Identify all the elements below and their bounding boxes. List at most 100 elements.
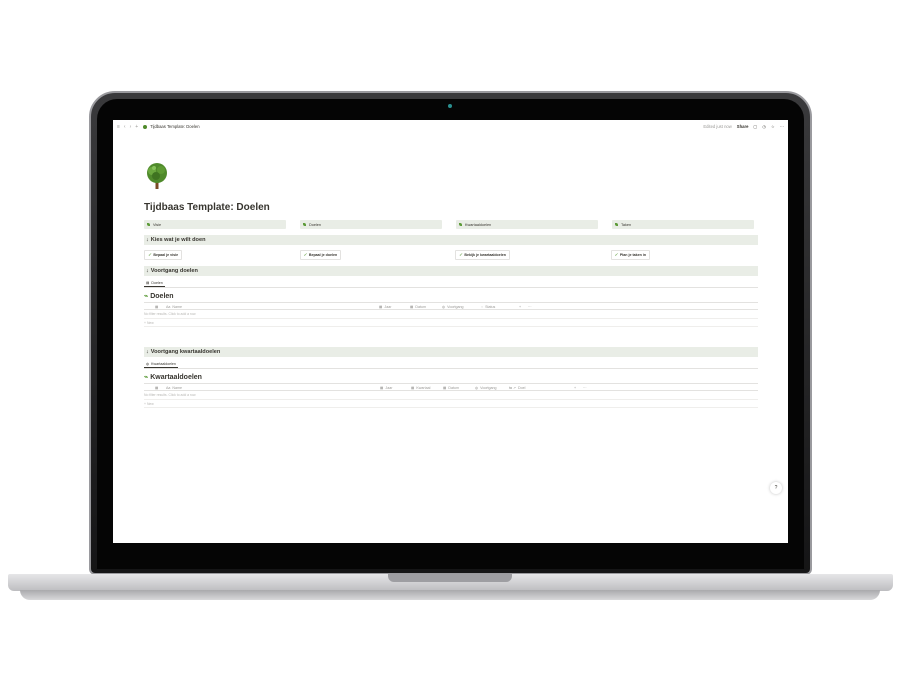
column-label: Name bbox=[172, 305, 182, 309]
column-doel[interactable]: ⇆ ↗ Doel bbox=[509, 386, 525, 390]
column-datum[interactable]: ▦ Datum bbox=[410, 305, 426, 309]
column-label: Jaar bbox=[384, 305, 392, 309]
table-header: ▦ Aa Name ▦ Jaar ▦ Datum ◍ Voortgang ◌ S… bbox=[144, 302, 758, 310]
column-voortgang[interactable]: ◍ Voortgang bbox=[475, 386, 497, 390]
tab-label: Doelen bbox=[151, 280, 163, 285]
menu-icon[interactable]: ≡ bbox=[117, 124, 120, 130]
column-kwartaal[interactable]: ▦ Kwartaal bbox=[411, 386, 430, 390]
column-voortgang[interactable]: ◍ Voortgang bbox=[442, 305, 464, 309]
column-status[interactable]: ◌ Status bbox=[481, 305, 495, 309]
topbar: ≡ ‹ › + Tijdbaas Template: Doelen Edited… bbox=[113, 120, 788, 133]
column-jaar[interactable]: ▦ Jaar bbox=[380, 386, 392, 390]
check-icon: ✓ bbox=[148, 252, 152, 257]
column-datum[interactable]: ▦ Datum bbox=[443, 386, 459, 390]
chart-icon: ⌁ bbox=[144, 374, 149, 381]
column-label: Status bbox=[485, 305, 496, 309]
section-heading-label: Voortgang doelen bbox=[150, 268, 198, 274]
check-icon: ✓ bbox=[303, 252, 307, 257]
back-icon[interactable]: ‹ bbox=[124, 124, 126, 130]
arrow-down-icon: ↓ bbox=[146, 349, 149, 355]
laptop-base-shadow bbox=[20, 590, 880, 600]
database-title-label: Kwartaaldoelen bbox=[150, 373, 202, 381]
link-doelen[interactable]: Doelen bbox=[300, 220, 442, 229]
view-tabs: ◍ Kwartaaldoelen bbox=[144, 360, 758, 369]
tab-doelen[interactable]: ▤ Doelen bbox=[144, 280, 165, 287]
more-icon[interactable]: ··· bbox=[528, 305, 532, 309]
button-label: Bekijk je kwartaaldoelen bbox=[464, 252, 506, 257]
table-icon: ▤ bbox=[146, 280, 150, 285]
link-label: Visie bbox=[153, 222, 162, 227]
breadcrumb[interactable]: Tijdbaas Template: Doelen bbox=[143, 124, 200, 129]
more-icon[interactable]: ··· bbox=[583, 386, 587, 390]
view-tabs: ▤ Doelen bbox=[144, 279, 758, 288]
history-icon[interactable]: ◷ bbox=[762, 124, 766, 129]
button-label: Bepaal je visie bbox=[153, 252, 179, 257]
column-label: Datum bbox=[448, 386, 459, 390]
tab-kwartaaldoelen[interactable]: ◍ Kwartaaldoelen bbox=[144, 361, 178, 368]
column-label: Jaar bbox=[385, 386, 393, 390]
select-all-checkbox[interactable]: ▦ bbox=[155, 386, 158, 390]
leaf-icon bbox=[147, 223, 150, 226]
column-jaar[interactable]: ▦ Jaar bbox=[379, 305, 391, 309]
column-label: Datum bbox=[415, 305, 426, 309]
plan-taken-button[interactable]: ✓ Plan je taken in bbox=[610, 249, 651, 260]
column-label: Doel bbox=[518, 386, 526, 390]
page-title: Tijdbaas Template: Doelen bbox=[144, 202, 270, 213]
bekijk-kwartaaldoelen-button[interactable]: ✓ Bekijk je kwartaaldoelen bbox=[455, 249, 510, 260]
new-label: New bbox=[146, 402, 154, 406]
more-icon[interactable]: ··· bbox=[780, 124, 784, 129]
link-taken[interactable]: Taken bbox=[612, 220, 754, 229]
breadcrumb-label: Tijdbaas Template: Doelen bbox=[150, 124, 200, 129]
chart-icon: ⌁ bbox=[144, 293, 149, 300]
action-buttons: ✓ Bepaal je visie ✓ Bepaal je doelen ✓ Beki… bbox=[144, 249, 758, 260]
leaf-icon bbox=[615, 223, 618, 226]
column-label: Voortgang bbox=[447, 305, 464, 309]
link-label: Kwartaaldoelen bbox=[465, 222, 492, 227]
table-header: ▦ Aa Name ▦ Jaar ▦ Kwartaal ▦ Datum ◍ Vo… bbox=[144, 383, 758, 391]
screen: ≡ ‹ › + Tijdbaas Template: Doelen Edited… bbox=[113, 120, 788, 543]
column-name[interactable]: Aa Name bbox=[166, 305, 182, 309]
empty-message[interactable]: No filter results. Click to add a row. bbox=[144, 393, 758, 400]
database-title-label: Doelen bbox=[150, 292, 174, 300]
add-column-icon[interactable]: + bbox=[574, 386, 576, 390]
section-heading-label: Kies wat je wilt doen bbox=[150, 237, 206, 243]
column-label: Name bbox=[172, 386, 182, 390]
bepaal-doelen-button[interactable]: ✓ Bepaal je doelen bbox=[299, 249, 342, 260]
database-title[interactable]: ⌁ Kwartaaldoelen bbox=[144, 373, 758, 382]
nav-controls: ≡ ‹ › + bbox=[117, 124, 138, 130]
forward-icon[interactable]: › bbox=[130, 124, 132, 130]
section-heading-label: Voortgang kwartaaldoelen bbox=[150, 349, 221, 355]
laptop-notch bbox=[388, 574, 512, 582]
help-button[interactable]: ? bbox=[770, 482, 782, 494]
add-column-icon[interactable]: + bbox=[519, 305, 521, 309]
new-label: New bbox=[146, 321, 154, 325]
tab-label: Kwartaaldoelen bbox=[151, 361, 176, 366]
gallery-icon: ◍ bbox=[146, 361, 150, 366]
page-content: Tijdbaas Template: Doelen Visie Doelen K… bbox=[144, 162, 758, 408]
empty-message[interactable]: No filter results. Click to add a row. bbox=[144, 312, 758, 319]
tree-icon[interactable] bbox=[144, 162, 170, 190]
column-name[interactable]: Aa Name bbox=[166, 386, 182, 390]
new-row-button[interactable]: + New bbox=[144, 402, 758, 408]
link-row: Visie Doelen Kwartaaldoelen Taken bbox=[144, 220, 758, 229]
star-icon[interactable]: ☆ bbox=[771, 124, 775, 129]
link-label: Taken bbox=[621, 222, 632, 227]
link-kwartaaldoelen[interactable]: Kwartaaldoelen bbox=[456, 220, 598, 229]
share-button[interactable]: Share bbox=[737, 124, 749, 129]
link-label: Doelen bbox=[309, 222, 322, 227]
bepaal-visie-button[interactable]: ✓ Bepaal je visie bbox=[144, 249, 183, 260]
leaf-icon bbox=[303, 223, 306, 226]
column-label: Kwartaal bbox=[416, 386, 431, 390]
link-visie[interactable]: Visie bbox=[144, 220, 286, 229]
check-icon: ✓ bbox=[614, 252, 618, 257]
arrow-down-icon: ↓ bbox=[146, 237, 149, 243]
new-row-button[interactable]: + New bbox=[144, 321, 758, 327]
comment-icon[interactable]: ▢ bbox=[753, 124, 757, 129]
database-title[interactable]: ⌁ Doelen bbox=[144, 292, 758, 301]
topbar-actions: Edited just now Share ▢ ◷ ☆ ··· bbox=[703, 124, 784, 129]
tree-icon bbox=[143, 124, 148, 129]
select-all-checkbox[interactable]: ▦ bbox=[155, 305, 158, 309]
leaf-icon bbox=[459, 223, 462, 226]
add-icon[interactable]: + bbox=[135, 124, 138, 130]
check-icon: ✓ bbox=[459, 252, 463, 257]
